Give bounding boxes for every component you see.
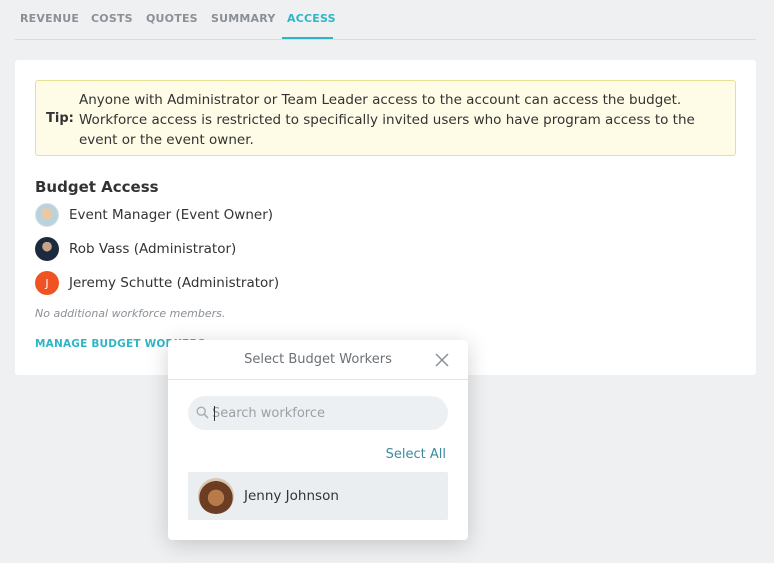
tip-text: Anyone with Administrator or Team Leader… <box>79 92 695 148</box>
member-name: Event Manager (Event Owner) <box>69 207 274 223</box>
tab-access[interactable]: ACCESS <box>287 12 336 25</box>
worker-name: Jenny Johnson <box>244 488 339 504</box>
avatar <box>35 203 59 227</box>
select-all-link[interactable]: Select All <box>386 447 446 462</box>
avatar <box>198 478 234 514</box>
active-tab-indicator <box>282 37 333 39</box>
member-name: Jeremy Schutte (Administrator) <box>69 275 280 291</box>
tab-quotes[interactable]: QUOTES <box>146 12 198 25</box>
member-item: Rob Vass (Administrator) <box>35 237 236 261</box>
no-additional-text: No additional workforce members. <box>35 307 226 320</box>
modal-header: Select Budget Workers <box>168 340 468 380</box>
budget-access-title: Budget Access <box>35 178 159 196</box>
search-input[interactable] <box>212 396 438 430</box>
member-name: Rob Vass (Administrator) <box>69 241 237 257</box>
tip-box: Tip: Anyone with Administrator or Team L… <box>35 80 736 156</box>
tab-revenue[interactable]: REVENUE <box>20 12 79 25</box>
select-budget-workers-modal: Select Budget Workers Select All Jenny J… <box>168 340 468 540</box>
text-cursor <box>214 406 215 421</box>
member-item: J Jeremy Schutte (Administrator) <box>35 271 279 295</box>
tab-bar: REVENUE COSTS QUOTES SUMMARY ACCESS <box>15 0 756 40</box>
worker-list-item[interactable]: Jenny Johnson <box>188 472 448 520</box>
avatar <box>35 237 59 261</box>
access-card: Tip: Anyone with Administrator or Team L… <box>15 60 756 375</box>
avatar-initial: J <box>35 271 59 295</box>
close-icon[interactable] <box>435 353 449 367</box>
tab-summary[interactable]: SUMMARY <box>211 12 276 25</box>
tab-costs[interactable]: COSTS <box>91 12 133 25</box>
tip-label: Tip: <box>46 111 74 126</box>
member-item: Event Manager (Event Owner) <box>35 203 273 227</box>
search-field <box>188 396 448 430</box>
search-icon <box>196 406 209 419</box>
modal-title: Select Budget Workers <box>244 352 392 367</box>
